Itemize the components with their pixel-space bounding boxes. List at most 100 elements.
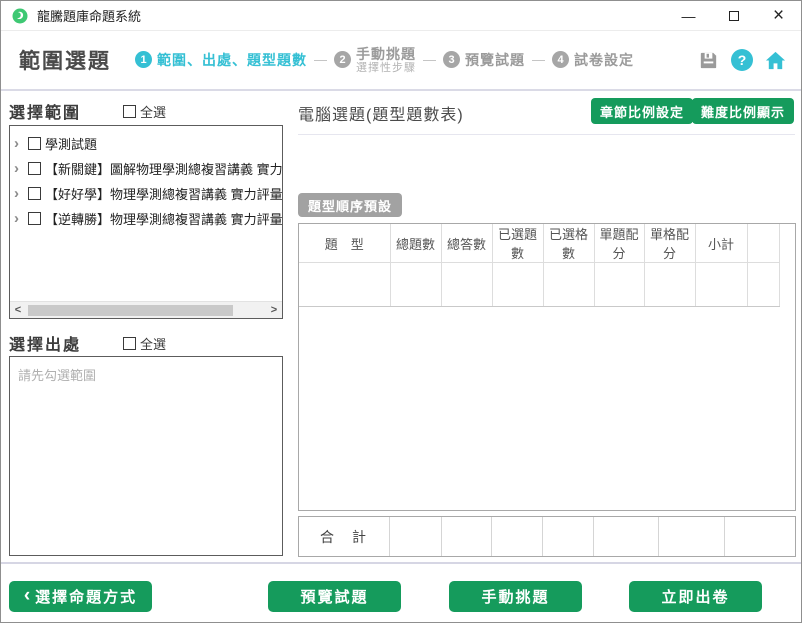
empty-cell [390,263,441,307]
generate-paper-button[interactable]: 立即出卷 [629,581,762,612]
step-2-manual-pick[interactable]: 2 手動挑題 選擇性步驟 [334,46,416,75]
range-title: 選擇範圍 [9,99,81,123]
empty-cell [644,263,695,307]
total-cell [492,517,543,556]
difficulty-ratio-button[interactable]: 難度比例顯示 [692,98,794,124]
step-1-circle: 1 [135,51,152,68]
step-separator: — [314,52,327,67]
tree-item-checkbox[interactable] [28,187,41,200]
tree-item-checkbox[interactable] [28,162,41,175]
page-title: 範圍選題 [19,45,111,75]
wizard-header: 範圍選題 1 範圍、出處、題型題數 — 2 手動挑題 選擇性步驟 — 3 預覽試… [1,31,801,91]
horizontal-scrollbar[interactable]: < > [10,301,282,318]
empty-cell [695,263,747,307]
expand-chevron-icon[interactable]: › [14,160,28,177]
empty-cell [543,263,594,307]
main-content: 選擇範圍 全選 › 學測試題 › 【新關鍵】圖解物理學測總複習講義 實力評量 [1,91,801,564]
step-1-label: 範圍、出處、題型題數 [157,50,307,70]
step-separator: — [532,52,545,67]
col-total-answers: 總答數 [441,224,492,263]
total-row: 合 計 [298,516,796,557]
preview-questions-button[interactable]: 預覽試題 [268,581,401,612]
range-select-all[interactable]: 全選 [123,102,166,121]
total-label: 合 計 [299,517,390,556]
question-type-order-button[interactable]: 題型順序預設 [298,193,402,217]
app-window: 龍騰題庫命題系統 — × 範圍選題 1 範圍、出處、題型題數 — 2 手動挑題 … [0,0,802,623]
step-3-circle: 3 [443,51,460,68]
col-question-type: 題 型 [299,224,390,263]
col-selected-questions: 已選題數 [492,224,543,263]
step-4-circle: 4 [552,51,569,68]
step-separator: — [423,52,436,67]
total-cell [442,517,492,556]
close-button[interactable]: × [756,1,801,30]
step-2-circle: 2 [334,51,351,68]
expand-chevron-icon[interactable]: › [14,210,28,227]
step-4-paper-settings[interactable]: 4 試卷設定 [552,50,634,70]
step-1-range[interactable]: 1 範圍、出處、題型題數 [135,50,307,70]
table-empty-row [299,263,779,307]
maximize-icon [729,11,739,21]
wizard-steps: 1 範圍、出處、題型題數 — 2 手動挑題 選擇性步驟 — 3 預覽試題 — 4… [135,46,634,75]
expand-chevron-icon[interactable]: › [14,135,28,152]
source-section-header: 選擇出處 全選 [9,331,166,355]
help-icon[interactable]: ? [731,49,753,71]
step-3-preview[interactable]: 3 預覽試題 [443,50,525,70]
empty-cell [594,263,644,307]
question-type-table: 題 型 總題數 總答數 已選題數 已選格數 單題配分 單格配分 小計 [299,224,780,307]
col-points-per-question: 單題配分 [594,224,644,263]
range-section-header: 選擇範圍 全選 [9,99,166,123]
step-2-sublabel: 選擇性步驟 [356,62,416,75]
step-3-label: 預覽試題 [465,50,525,70]
titlebar: 龍騰題庫命題系統 — × [1,1,801,31]
range-select-all-checkbox[interactable] [123,105,136,118]
scroll-right-icon[interactable]: > [266,304,282,316]
scrollbar-track[interactable] [26,304,266,317]
total-cell [543,517,594,556]
tree-item-checkbox[interactable] [28,137,41,150]
app-logo-icon [11,7,29,25]
question-type-table-area: 題 型 總題數 總答數 已選題數 已選格數 單題配分 單格配分 小計 [298,223,796,511]
source-select-all-checkbox[interactable] [123,337,136,350]
save-icon[interactable] [697,49,720,72]
tree-item-studywell[interactable]: › 【好好學】物理學測總複習講義 實力評量 [10,181,282,206]
range-tree: › 學測試題 › 【新關鍵】圖解物理學測總複習講義 實力評量 › 【好好學】物理… [9,125,283,319]
empty-cell [492,263,543,307]
table-header-row: 題 型 總題數 總答數 已選題數 已選格數 單題配分 單格配分 小計 [299,224,779,263]
total-cell [390,517,442,556]
total-cell [594,517,659,556]
expand-chevron-icon[interactable]: › [14,185,28,202]
source-title: 選擇出處 [9,331,81,355]
window-controls: — × [666,1,801,30]
empty-cell [747,263,779,307]
home-icon[interactable] [764,49,787,72]
source-select-all[interactable]: 全選 [123,334,166,353]
scroll-left-icon[interactable]: < [10,304,26,316]
minimize-button[interactable]: — [666,1,711,30]
step-2-label: 手動挑題 [356,46,416,62]
col-blank [747,224,779,263]
bottom-action-bar: ‹ 選擇命題方式 預覽試題 手動挑題 立即出卷 [1,564,801,622]
tree-item-newkey[interactable]: › 【新關鍵】圖解物理學測總複習講義 實力評量 [10,156,282,181]
empty-cell [299,263,390,307]
tree-item-checkbox[interactable] [28,212,41,225]
source-list: 請先勾選範圍 [9,356,283,556]
tree-item-comeback[interactable]: › 【逆轉勝】物理學測總複習講義 實力評量 [10,206,282,231]
right-divider [298,134,795,135]
total-cell [659,517,725,556]
computer-selection-title: 電腦選題(題型題數表) [298,101,464,125]
manual-pick-button[interactable]: 手動挑題 [449,581,582,612]
tree-item-exam[interactable]: › 學測試題 [10,131,282,156]
app-title: 龍騰題庫命題系統 [37,6,141,25]
col-subtotal: 小計 [695,224,747,263]
back-chevron-icon: ‹ [24,585,30,607]
source-placeholder: 請先勾選範圍 [10,357,282,384]
back-to-method-button[interactable]: ‹ 選擇命題方式 [9,581,152,612]
scrollbar-thumb[interactable] [28,305,233,316]
col-points-per-cell: 單格配分 [644,224,695,263]
chapter-ratio-button[interactable]: 章節比例設定 [591,98,693,124]
step-4-label: 試卷設定 [574,50,634,70]
maximize-button[interactable] [711,1,756,30]
col-selected-cells: 已選格數 [543,224,594,263]
empty-cell [441,263,492,307]
